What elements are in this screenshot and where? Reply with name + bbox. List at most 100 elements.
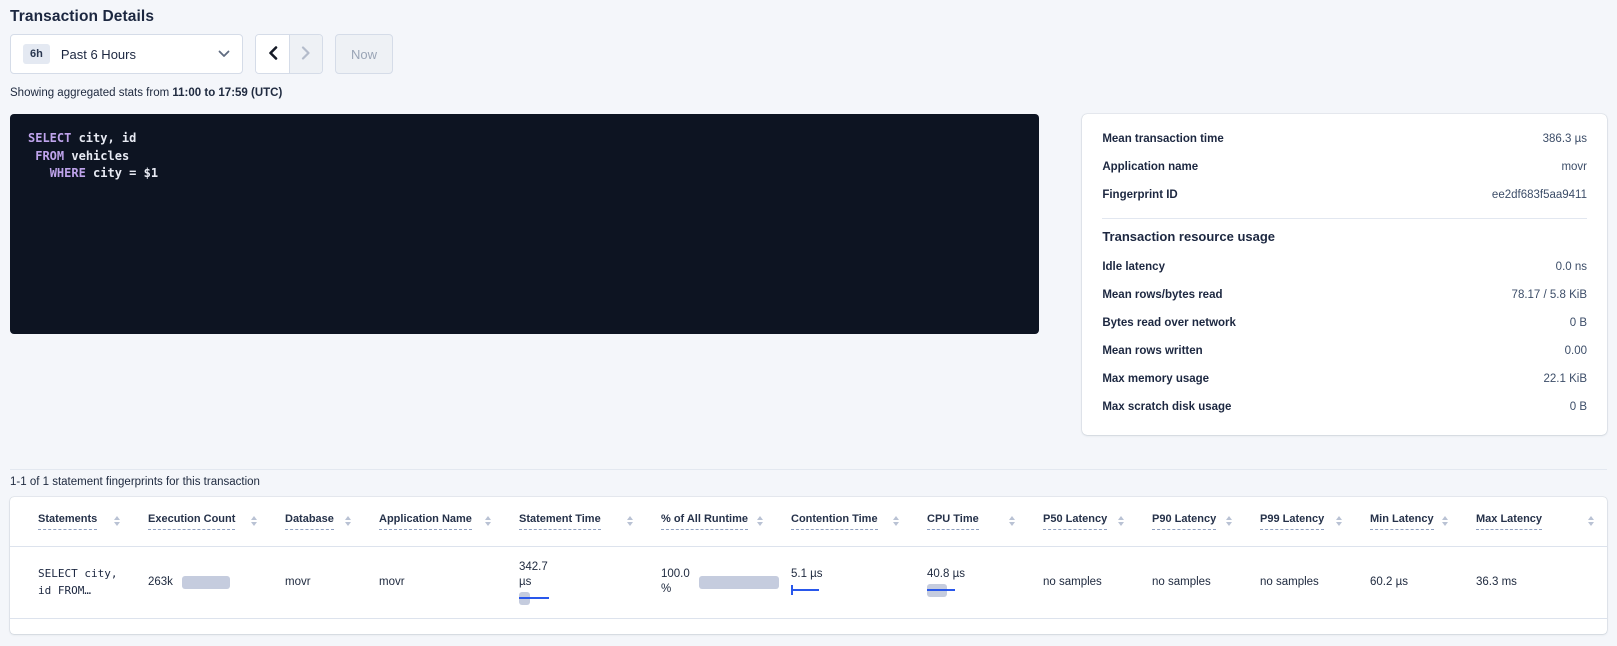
column-header-p50-latency[interactable]: P50 Latency <box>1028 497 1137 546</box>
column-header-database[interactable]: Database <box>270 497 364 546</box>
stats-prefix: Showing aggregated stats from <box>10 87 169 99</box>
sort-icon[interactable] <box>627 516 633 526</box>
summary-row-mean-transaction-time: Mean transaction time 386.3 µs <box>1102 125 1587 153</box>
resource-row-bytes-read-over-network: Bytes read over network 0 B <box>1102 309 1587 337</box>
sort-icon[interactable] <box>1118 516 1124 526</box>
sort-icon[interactable] <box>1588 516 1594 526</box>
transaction-details-page: Transaction Details 6h Past 6 Hours Now … <box>0 8 1617 634</box>
cell-execution-count: 263k <box>133 546 270 618</box>
time-controls: 6h Past 6 Hours Now <box>10 34 1607 74</box>
column-header-min-latency[interactable]: Min Latency <box>1355 497 1461 546</box>
sort-icon[interactable] <box>893 516 899 526</box>
column-header-statements[interactable]: Statements <box>10 497 133 546</box>
previous-time-button[interactable] <box>256 35 289 73</box>
sql-keyword: SELECT <box>28 131 71 145</box>
summary-row-application-name: Application name movr <box>1102 153 1587 181</box>
statement-time-value: 342.7 µs <box>519 560 563 590</box>
statement-row: SELECT city, id FROM… 263k movr movr 342… <box>10 546 1607 618</box>
statement-line: SELECT city, <box>38 565 127 582</box>
transaction-summary-card: Mean transaction time 386.3 µs Applicati… <box>1082 114 1607 435</box>
cpu-time-bar <box>927 584 957 597</box>
cell-contention-time: 5.1 µs <box>776 546 912 618</box>
sort-icon[interactable] <box>1336 516 1342 526</box>
resource-value: 0 B <box>1570 317 1587 329</box>
resource-label: Mean rows written <box>1102 345 1202 357</box>
column-header-application-name[interactable]: Application Name <box>364 497 504 546</box>
next-time-button[interactable] <box>289 35 322 73</box>
sql-text: city, id <box>71 131 136 145</box>
statement-link[interactable]: SELECT city, id FROM… <box>38 565 127 599</box>
cell-min-latency: 60.2 µs <box>1355 546 1461 618</box>
resource-value: 0 B <box>1570 401 1587 413</box>
execution-count-value: 263k <box>148 575 173 590</box>
cpu-time-value: 40.8 µs <box>927 567 971 582</box>
statement-time-bar <box>519 592 553 605</box>
summary-label: Fingerprint ID <box>1102 189 1177 201</box>
time-range-badge: 6h <box>23 44 50 64</box>
sql-keyword: FROM <box>35 149 64 163</box>
summary-value: 386.3 µs <box>1543 133 1587 145</box>
column-header-cpu-time[interactable]: CPU Time <box>912 497 1028 546</box>
resource-label: Bytes read over network <box>1102 317 1236 329</box>
now-button[interactable]: Now <box>335 34 393 74</box>
cell-statement: SELECT city, id FROM… <box>10 546 133 618</box>
page-title: Transaction Details <box>10 8 1607 26</box>
chevron-right-icon <box>301 46 311 63</box>
sort-icon[interactable] <box>1226 516 1232 526</box>
pct-runtime-value: 100.0 % <box>661 567 690 597</box>
table-header-row: Statements Execution Count Database Appl… <box>10 497 1607 546</box>
sort-icon[interactable] <box>757 516 763 526</box>
cell-p50-latency: no samples <box>1028 546 1137 618</box>
statements-table: Statements Execution Count Database Appl… <box>10 497 1607 619</box>
resource-label: Max scratch disk usage <box>1102 401 1231 413</box>
cell-application-name: movr <box>364 546 504 618</box>
sort-icon[interactable] <box>345 516 351 526</box>
aggregated-stats-line: Showing aggregated stats from 11:00 to 1… <box>10 87 1607 99</box>
resource-label: Mean rows/bytes read <box>1102 289 1222 301</box>
resource-value: 22.1 KiB <box>1544 373 1587 385</box>
summary-row-fingerprint-id: Fingerprint ID ee2df683f5aa9411 <box>1102 181 1587 209</box>
sql-statement-box: SELECT city, id FROM vehicles WHERE city… <box>10 114 1039 334</box>
cell-statement-time: 342.7 µs <box>504 546 646 618</box>
sql-text: vehicles <box>64 149 129 163</box>
column-header-contention-time[interactable]: Contention Time <box>776 497 912 546</box>
resource-label: Max memory usage <box>1102 373 1209 385</box>
column-header-pct-of-all-runtime[interactable]: % of All Runtime <box>646 497 776 546</box>
cell-p99-latency: no samples <box>1245 546 1355 618</box>
sql-indent <box>28 166 50 180</box>
summary-value: movr <box>1561 161 1587 173</box>
section-divider <box>10 469 1607 470</box>
chevron-left-icon <box>268 46 278 63</box>
sort-icon[interactable] <box>1009 516 1015 526</box>
resource-value: 0.00 <box>1565 345 1587 357</box>
summary-value: ee2df683f5aa9411 <box>1492 189 1587 201</box>
resource-row-mean-rows-written: Mean rows written 0.00 <box>1102 337 1587 365</box>
sort-icon[interactable] <box>1442 516 1448 526</box>
time-step-buttons <box>255 34 323 74</box>
column-header-p90-latency[interactable]: P90 Latency <box>1137 497 1245 546</box>
resource-row-max-scratch-disk-usage: Max scratch disk usage 0 B <box>1102 393 1587 421</box>
column-header-p99-latency[interactable]: P99 Latency <box>1245 497 1355 546</box>
cell-cpu-time: 40.8 µs <box>912 546 1028 618</box>
cell-database: movr <box>270 546 364 618</box>
cell-p90-latency: no samples <box>1137 546 1245 618</box>
resource-row-mean-rows-bytes-read: Mean rows/bytes read 78.17 / 5.8 KiB <box>1102 281 1587 309</box>
sort-icon[interactable] <box>485 516 491 526</box>
resource-usage-title: Transaction resource usage <box>1102 229 1587 244</box>
statements-table-card: Statements Execution Count Database Appl… <box>10 497 1607 634</box>
column-header-max-latency[interactable]: Max Latency <box>1461 497 1607 546</box>
sql-line: FROM vehicles <box>28 148 1021 166</box>
card-divider <box>1102 218 1587 219</box>
column-header-statement-time[interactable]: Statement Time <box>504 497 646 546</box>
summary-label: Application name <box>1102 161 1198 173</box>
sql-text: city = $1 <box>86 166 158 180</box>
sort-icon[interactable] <box>114 516 120 526</box>
sort-icon[interactable] <box>251 516 257 526</box>
main-content-row: SELECT city, id FROM vehicles WHERE city… <box>10 114 1607 435</box>
time-range-picker[interactable]: 6h Past 6 Hours <box>10 34 243 74</box>
pct-runtime-bar <box>699 576 779 589</box>
stats-range: 11:00 to 17:59 (UTC) <box>172 87 282 99</box>
column-header-execution-count[interactable]: Execution Count <box>133 497 270 546</box>
statement-line: id FROM… <box>38 582 127 599</box>
resource-label: Idle latency <box>1102 261 1165 273</box>
